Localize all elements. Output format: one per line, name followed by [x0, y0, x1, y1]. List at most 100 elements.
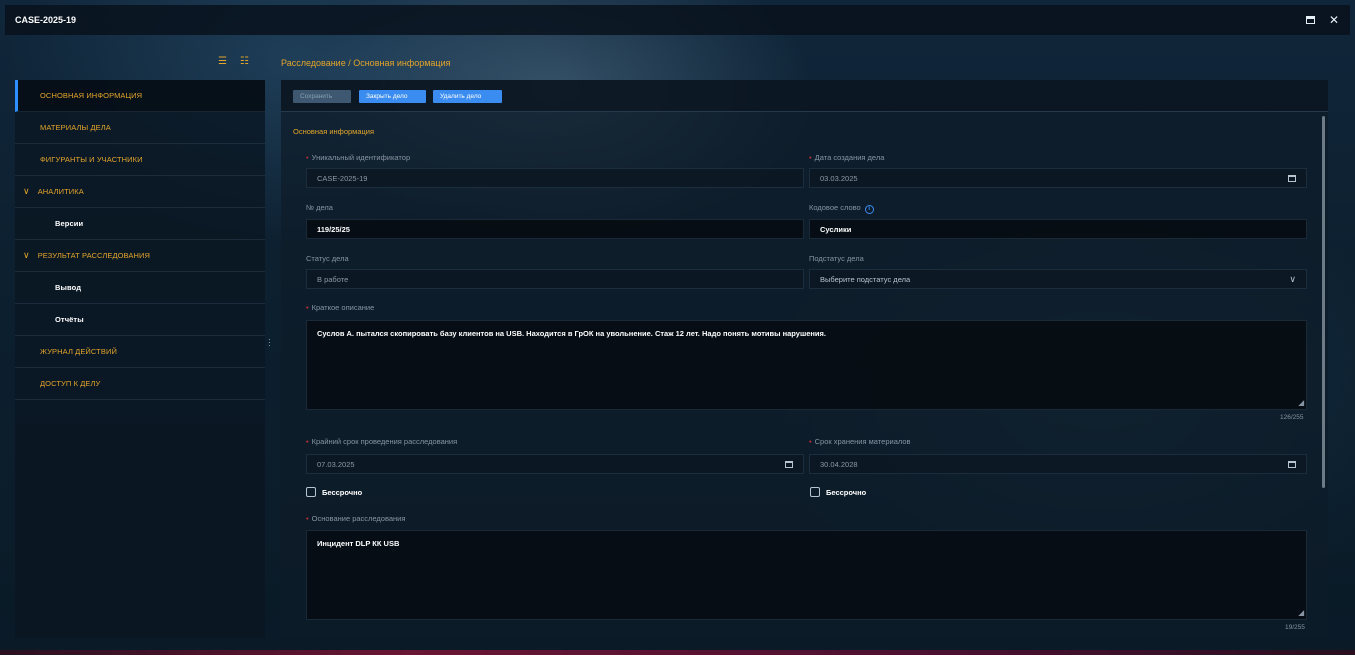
sidebar-toggles: ☰ ☷: [218, 57, 252, 67]
required-marker: •: [809, 437, 812, 446]
field-value: 119/25/25: [317, 224, 350, 234]
unique-id-label: • Уникальный идентификатор: [306, 153, 410, 162]
delete-case-button[interactable]: Удалить дело: [433, 90, 502, 103]
chevron-down-icon: ∨: [23, 250, 30, 260]
codeword-label: Кодовое слово i: [809, 203, 874, 214]
deadline-indefinite-checkbox-row[interactable]: Бессрочно: [306, 487, 362, 497]
label-text: Основание расследования: [311, 514, 406, 523]
label-text: Уникальный идентификатор: [311, 153, 411, 162]
window-title: CASE-2025-19: [15, 15, 77, 25]
chevron-down-icon: ∨: [23, 186, 30, 196]
status-field[interactable]: В работе: [306, 269, 804, 289]
collapse-all-icon[interactable]: ☰: [218, 57, 230, 67]
basis-counter: 19/255: [1285, 624, 1305, 631]
description-textarea[interactable]: Суслов А. пытался скопировать базу клиен…: [306, 320, 1307, 410]
window-controls: ✕: [1304, 13, 1340, 27]
sidebar: ОСНОВНАЯ ИНФОРМАЦИЯ МАТЕРИАЛЫ ДЕЛА ФИГУР…: [15, 80, 265, 638]
main-panel: Сохранить Закрыть дело Удалить дело Осно…: [281, 80, 1328, 638]
basis-label: • Основание расследования: [306, 514, 405, 523]
close-case-button[interactable]: Закрыть дело: [359, 90, 426, 103]
label-text: Краткое описание: [311, 303, 375, 312]
expand-all-icon[interactable]: ☷: [240, 57, 252, 67]
deadline-label: • Крайний срок проведения расследования: [306, 437, 457, 446]
basis-textarea[interactable]: Инцидент DLP КК USB ◢: [306, 530, 1307, 620]
created-date-label: • Дата создания дела: [809, 153, 884, 162]
retention-indefinite-checkbox-row[interactable]: Бессрочно: [810, 487, 866, 497]
calendar-icon[interactable]: [1288, 460, 1296, 468]
required-marker: •: [306, 153, 309, 162]
resize-grip-icon[interactable]: ◢: [1299, 609, 1304, 617]
sidebar-item-label: ЖУРНАЛ ДЕЙСТВИЙ: [40, 347, 117, 356]
required-marker: •: [306, 303, 309, 312]
taskbar-strip: [0, 650, 1355, 655]
sidebar-item-materials[interactable]: МАТЕРИАЛЫ ДЕЛА: [15, 112, 265, 144]
label-text: Кодовое слово: [809, 203, 861, 212]
field-value: Суслики: [820, 224, 852, 234]
sidebar-item-label: ДОСТУП К ДЕЛУ: [40, 379, 101, 388]
retention-field[interactable]: 30.04.2028: [809, 454, 1307, 474]
field-value: 30.04.2028: [820, 459, 858, 469]
textarea-value: Суслов А. пытался скопировать базу клиен…: [317, 329, 826, 338]
close-icon: ✕: [1328, 13, 1340, 27]
sidebar-item-label: Версии: [55, 219, 84, 228]
indefinite-checkbox[interactable]: [810, 487, 820, 497]
description-label: • Краткое описание: [306, 303, 374, 312]
sidebar-item-label: ФИГУРАНТЫ И УЧАСТНИКИ: [40, 155, 143, 164]
field-value: CASE-2025-19: [317, 173, 368, 183]
unique-id-field[interactable]: CASE-2025-19: [306, 168, 804, 188]
substatus-select[interactable]: Выберите подстатус дела ∨: [809, 269, 1307, 289]
retention-label: • Срок хранения материалов: [809, 437, 910, 446]
required-marker: •: [306, 437, 309, 446]
title-bar: CASE-2025-19 ✕: [5, 5, 1350, 35]
indefinite-checkbox[interactable]: [306, 487, 316, 497]
textarea-value: Инцидент DLP КК USB: [317, 539, 400, 548]
codeword-field[interactable]: Суслики: [809, 219, 1307, 239]
maximize-button[interactable]: [1304, 14, 1316, 26]
select-placeholder: Выберите подстатус дела: [820, 274, 911, 284]
sidebar-item-label: РЕЗУЛЬТАТ РАССЛЕДОВАНИЯ: [37, 251, 151, 260]
calendar-icon[interactable]: [785, 460, 793, 468]
deadline-field[interactable]: 07.03.2025: [306, 454, 804, 474]
info-icon[interactable]: i: [864, 205, 874, 214]
checkbox-label: Бессрочно: [826, 487, 867, 497]
checkbox-label: Бессрочно: [322, 487, 363, 497]
field-value: 03.03.2025: [820, 173, 858, 183]
field-value: В работе: [317, 274, 349, 284]
section-title: Основная информация: [293, 127, 375, 136]
substatus-label: Подстатус дела: [809, 254, 864, 263]
calendar-icon[interactable]: [1288, 174, 1296, 182]
sidebar-item-action-log[interactable]: ЖУРНАЛ ДЕЙСТВИЙ: [15, 336, 265, 368]
sidebar-item-label: Отчёты: [55, 315, 84, 324]
sidebar-item-label: Вывод: [55, 283, 82, 292]
resize-grip-icon[interactable]: ◢: [1299, 399, 1304, 407]
required-marker: •: [306, 514, 309, 523]
sidebar-item-label: АНАЛИТИКА: [37, 187, 84, 196]
sidebar-item-main-info[interactable]: ОСНОВНАЯ ИНФОРМАЦИЯ: [15, 80, 265, 112]
chevron-down-icon: ∨: [1289, 273, 1296, 284]
field-value: 07.03.2025: [317, 459, 355, 469]
resize-handle[interactable]: · · ·: [268, 336, 272, 350]
status-label: Статус дела: [306, 254, 349, 263]
description-counter: 126/255: [1280, 414, 1304, 421]
label-text: Крайний срок проведения расследования: [311, 437, 458, 446]
sidebar-item-label: МАТЕРИАЛЫ ДЕЛА: [40, 123, 111, 132]
sidebar-item-participants[interactable]: ФИГУРАНТЫ И УЧАСТНИКИ: [15, 144, 265, 176]
scrollbar[interactable]: [1322, 116, 1325, 488]
label-text: Срок хранения материалов: [814, 437, 911, 446]
breadcrumb: Расследование / Основная информация: [281, 58, 451, 68]
created-date-field[interactable]: 03.03.2025: [809, 168, 1307, 188]
case-number-field[interactable]: 119/25/25: [306, 219, 804, 239]
sidebar-item-conclusion[interactable]: Вывод: [15, 272, 265, 304]
sidebar-item-access[interactable]: ДОСТУП К ДЕЛУ: [15, 368, 265, 400]
sidebar-item-reports[interactable]: Отчёты: [15, 304, 265, 336]
close-button[interactable]: ✕: [1328, 13, 1340, 27]
maximize-icon: [1305, 16, 1315, 24]
save-button[interactable]: Сохранить: [293, 90, 351, 103]
case-number-label: № дела: [306, 203, 333, 212]
sidebar-item-results[interactable]: ∨ РЕЗУЛЬТАТ РАССЛЕДОВАНИЯ: [15, 240, 265, 272]
toolbar: Сохранить Закрыть дело Удалить дело: [281, 80, 1328, 112]
sidebar-item-analytics[interactable]: ∨ АНАЛИТИКА: [15, 176, 265, 208]
required-marker: •: [809, 153, 812, 162]
sidebar-item-versions[interactable]: Версии: [15, 208, 265, 240]
sidebar-item-label: ОСНОВНАЯ ИНФОРМАЦИЯ: [40, 91, 143, 100]
